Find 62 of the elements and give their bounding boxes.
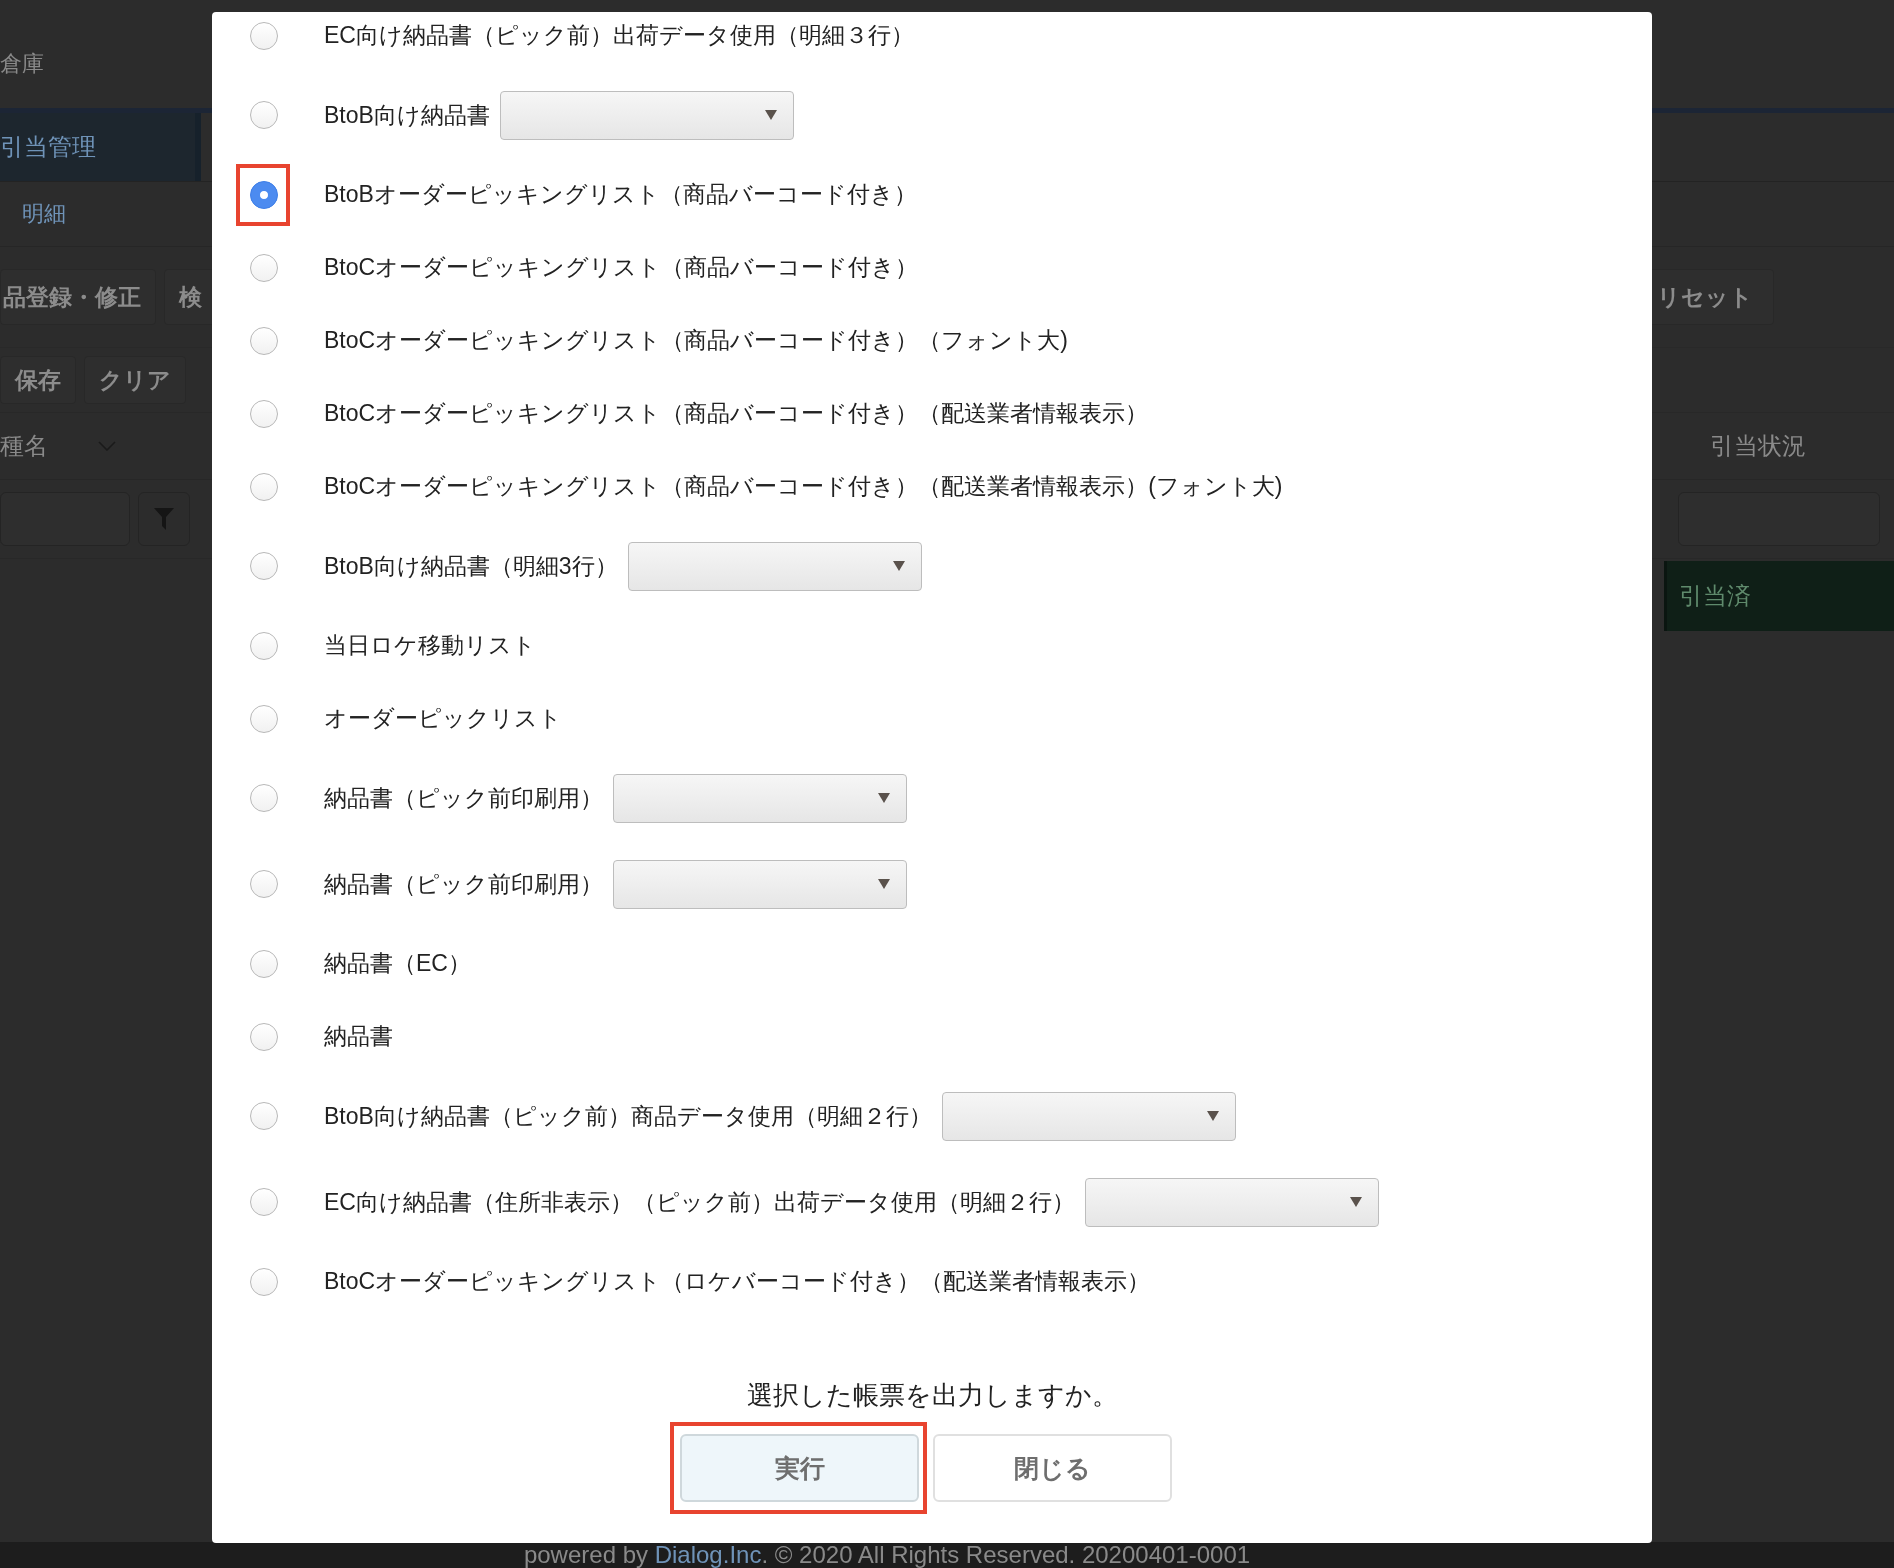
option-label: 納品書 (324, 1022, 393, 1051)
radio-button[interactable] (250, 552, 278, 580)
radio-button[interactable] (250, 704, 278, 733)
radio-button[interactable] (250, 1267, 278, 1296)
radio-button[interactable] (250, 1188, 278, 1216)
footer-text: powered by Dialog.Inc. © 2020 All Rights Reserved. 20200401-0001 (523, 1542, 1251, 1568)
radio-button[interactable] (250, 326, 278, 355)
option-label: BtoCオーダーピッキングリスト（商品バーコード付き）（配送業者情報表示） (324, 399, 1149, 428)
caret-icon (764, 110, 777, 120)
option-label: BtoCオーダーピッキングリスト（商品バーコード付き）（配送業者情報表示）(フォント大) (324, 472, 1283, 501)
option-label: BtoCオーダーピッキングリスト（商品バーコード付き）（フォント大) (324, 326, 1068, 355)
caret-icon (1206, 1111, 1219, 1121)
option-label: BtoBオーダーピッキングリスト（商品バーコード付き） (324, 180, 917, 209)
option-label: BtoB向け納品書（明細3行） (324, 551, 618, 581)
radio-button[interactable] (250, 1022, 278, 1051)
confirm-text: 選択した帳票を出力しますか。 (745, 1380, 1119, 1410)
filter-icon (154, 508, 174, 530)
radio-button[interactable] (250, 1102, 278, 1130)
option-label: BtoB向け納品書 (324, 100, 490, 130)
column-header: 引当状況 (1710, 431, 1806, 461)
radio-button[interactable] (250, 472, 278, 501)
dropdown[interactable] (613, 859, 907, 909)
radio-button[interactable] (250, 784, 278, 812)
radio-button[interactable] (250, 101, 278, 129)
execute-button[interactable]: 実行 (680, 1434, 919, 1502)
page-title: 倉庫 (0, 50, 44, 78)
column-header: 種名 (0, 431, 48, 461)
option-label: BtoCオーダーピッキングリスト（ロケバーコード付き）（配送業者情報表示） (324, 1267, 1151, 1296)
option-label: 納品書（ピック前印刷用） (324, 783, 603, 813)
radio-button[interactable] (250, 180, 278, 209)
option-label: BtoCオーダーピッキングリスト（商品バーコード付き） (324, 253, 919, 282)
caret-icon (878, 793, 890, 803)
dropdown[interactable] (1084, 1177, 1379, 1227)
dropdown[interactable] (941, 1091, 1236, 1141)
radio-button[interactable] (250, 399, 278, 428)
action-button[interactable]: 保存 (0, 356, 76, 404)
caret-icon (878, 879, 890, 889)
option-label: 納品書（ピック前印刷用） (324, 869, 603, 899)
nav-tab[interactable]: 引当管理 (0, 113, 201, 181)
filter-button[interactable] (138, 492, 190, 546)
dropdown[interactable] (627, 541, 922, 591)
option-label: EC向け納品書（ピック前）出荷データ使用（明細３行） (324, 21, 914, 50)
status-cell: 引当済 (1664, 561, 1894, 631)
sub-tab[interactable]: 明細 (22, 199, 66, 229)
caret-icon (1349, 1197, 1362, 1207)
option-label: オーダーピックリスト (324, 704, 562, 733)
caret-icon (892, 561, 905, 571)
radio-button[interactable] (250, 253, 278, 282)
close-button[interactable]: 閉じる (933, 1434, 1172, 1502)
option-label: BtoB向け納品書（ピック前）商品データ使用（明細２行） (324, 1101, 932, 1131)
radio-button[interactable] (250, 949, 278, 978)
radio-button[interactable] (250, 870, 278, 898)
option-label: 納品書（EC） (324, 949, 471, 978)
option-label: 当日ロケ移動リスト (324, 631, 536, 660)
dropdown[interactable] (613, 773, 907, 823)
option-label: EC向け納品書（住所非表示）（ピック前）出荷データ使用（明細２行） (324, 1187, 1075, 1217)
action-button[interactable]: クリア (84, 356, 186, 404)
radio-button[interactable] (250, 21, 278, 50)
footer-link[interactable]: Dialog.Inc (654, 1541, 762, 1568)
radio-button[interactable] (250, 631, 278, 660)
toolbar-button[interactable]: 品登録・修正 (0, 269, 156, 325)
dropdown[interactable] (499, 90, 794, 140)
